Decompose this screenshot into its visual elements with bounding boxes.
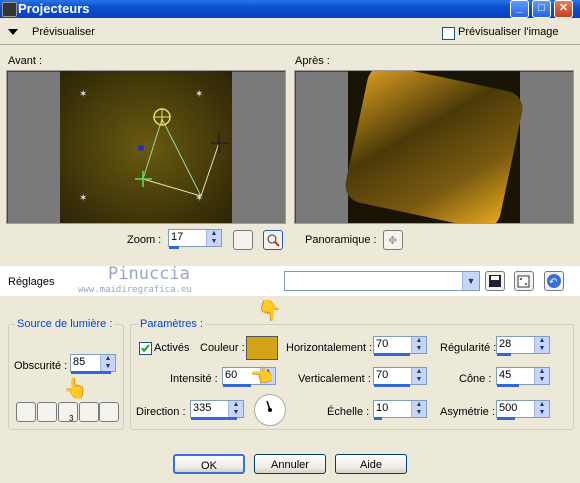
svg-text:✥: ✥ — [388, 235, 397, 247]
svg-text:✶: ✶ — [79, 193, 87, 204]
minimize-button[interactable]: _ — [510, 0, 529, 18]
pointer-hand-icon: 👆 — [63, 378, 88, 400]
before-preview-canvas[interactable]: ✶ ✶ ✶ ✶ — [7, 71, 285, 223]
cone-spinner[interactable]: 45 ▲ ▼ — [496, 367, 550, 387]
color-swatch[interactable] — [246, 336, 278, 360]
before-label: Avant : — [8, 55, 43, 67]
light-preset-5-icon[interactable] — [99, 402, 119, 422]
horizontal-label: Horizontalement : — [286, 342, 373, 354]
preset-tooltip: 3 — [69, 414, 74, 423]
cancel-button[interactable]: Annuler — [254, 454, 326, 474]
app-icon — [2, 2, 17, 17]
asymmetry-spinner[interactable]: 500 ▲ ▼ — [496, 400, 550, 420]
direction-spinner[interactable]: 335 ▲ ▼ — [190, 400, 244, 420]
after-preview — [294, 70, 574, 224]
zoom-spinner[interactable]: 17 ▲ ▼ — [168, 229, 222, 249]
help-button[interactable]: Aide — [335, 454, 407, 474]
cone-value[interactable]: 45 — [499, 369, 511, 381]
asymmetry-label: Asymétrie : — [440, 406, 496, 418]
watermark-title: Pinuccia — [108, 264, 190, 284]
settings-label: Réglages — [8, 276, 55, 288]
light-source-label: Source de lumière : — [15, 318, 115, 330]
direction-value[interactable]: 335 — [193, 402, 211, 414]
horizontal-value[interactable]: 70 — [376, 338, 388, 350]
collapse-arrow-icon[interactable] — [8, 29, 18, 35]
pointer-hand-icon: 👇 — [257, 300, 282, 322]
active-label: Activés — [154, 342, 190, 354]
light-preset-3-icon[interactable] — [58, 402, 78, 422]
maximize-button[interactable]: □ — [532, 0, 551, 18]
close-button[interactable]: ✕ — [554, 0, 573, 18]
svg-text:✶: ✶ — [195, 89, 203, 100]
regularity-spinner[interactable]: 28 ▲ ▼ — [496, 336, 550, 356]
before-preview[interactable]: ✶ ✶ ✶ ✶ — [6, 70, 286, 224]
asymmetry-value[interactable]: 500 — [499, 402, 517, 414]
after-preview-canvas — [345, 71, 523, 223]
darkness-label: Obscurité : — [14, 360, 68, 372]
ok-button[interactable]: OK — [173, 454, 245, 474]
scale-label: Échelle : — [327, 406, 370, 418]
pointer-hand-icon: 👈 — [250, 366, 274, 387]
randomize-icon[interactable] — [514, 271, 534, 291]
scale-spinner[interactable]: 10 ▲ ▼ — [373, 400, 427, 420]
vertical-label: Verticalement : — [298, 373, 371, 385]
preview-toggle-label[interactable]: Prévisualiser — [32, 26, 95, 38]
zoom-tool-icon[interactable] — [263, 230, 283, 250]
darkness-value[interactable]: 85 — [73, 356, 85, 368]
zoom-value[interactable]: 17 — [171, 231, 183, 243]
watermark-url: www.maidiregrafica.eu — [78, 285, 192, 295]
preview-image-checkbox[interactable] — [442, 27, 455, 40]
svg-text:✶: ✶ — [79, 89, 87, 100]
light-preset-1-icon[interactable] — [16, 402, 36, 422]
pan-label: Panoramique : — [305, 234, 377, 246]
after-label: Après : — [295, 55, 330, 67]
scale-value[interactable]: 10 — [376, 402, 388, 414]
divider — [0, 44, 580, 45]
preview-image-label: Prévisualiser l'image — [458, 26, 559, 38]
direction-label: Direction : — [136, 406, 186, 418]
reset-icon[interactable]: ↶ — [544, 271, 564, 291]
svg-text:↶: ↶ — [549, 277, 557, 288]
save-preset-icon[interactable] — [485, 271, 505, 291]
intensity-value[interactable]: 60 — [225, 369, 237, 381]
horizontal-spinner[interactable]: 70 ▲ ▼ — [373, 336, 427, 356]
zoom-label: Zoom : — [127, 234, 162, 246]
direction-dial[interactable] — [254, 394, 286, 426]
active-checkbox[interactable] — [139, 342, 152, 355]
light-preset-2-icon[interactable] — [37, 402, 57, 422]
cone-label: Cône : — [459, 373, 492, 385]
intensity-label: Intensité : — [170, 373, 218, 385]
presets-dropdown[interactable]: ▼ — [284, 271, 480, 291]
vertical-spinner[interactable]: 70 ▲ ▼ — [373, 367, 427, 387]
params-label: Paramètres : — [138, 318, 205, 330]
light-preset-4-icon[interactable] — [79, 402, 99, 422]
fit-view-icon[interactable] — [233, 230, 253, 250]
darkness-spinner[interactable]: 85 ▲ ▼ — [70, 354, 116, 374]
regularity-label: Régularité : — [440, 342, 497, 354]
color-label: Couleur : — [200, 342, 245, 354]
regularity-value[interactable]: 28 — [499, 338, 511, 350]
window-title: Projecteurs — [18, 1, 90, 16]
pan-icon[interactable]: ✥ — [383, 230, 403, 250]
vertical-value[interactable]: 70 — [376, 369, 388, 381]
